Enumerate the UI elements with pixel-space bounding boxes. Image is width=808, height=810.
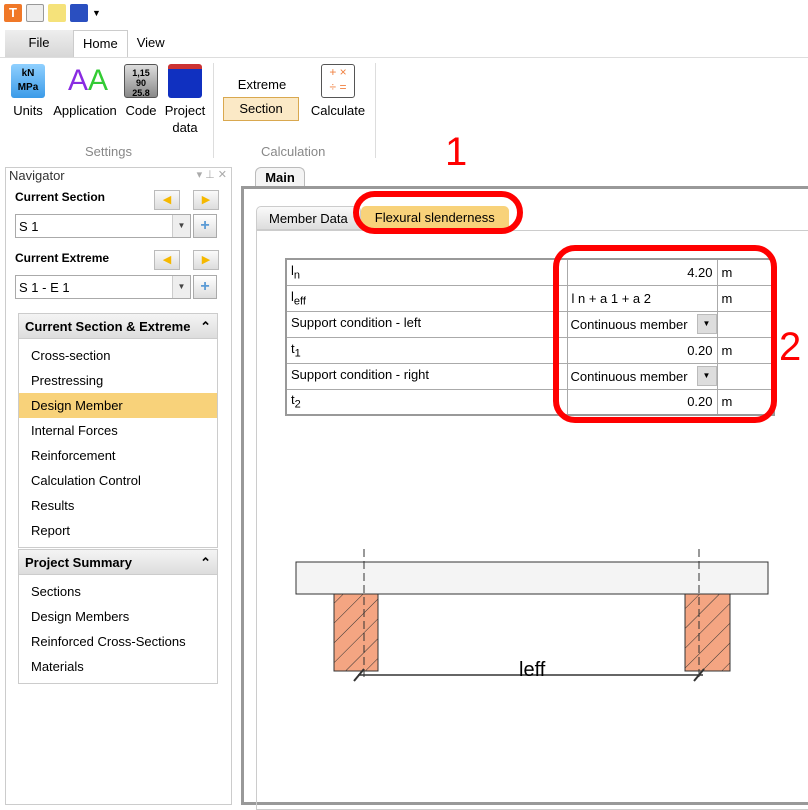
navigator-title: Navigator	[9, 168, 65, 183]
nav-item-results[interactable]: Results	[19, 493, 217, 518]
row-label: t1	[285, 336, 568, 364]
nav-item-internal-forces[interactable]: Internal Forces	[19, 418, 217, 443]
row-label: Support condition - right	[285, 362, 568, 390]
tab-member-data[interactable]: Member Data	[256, 206, 361, 230]
new-document-icon[interactable]	[26, 4, 44, 22]
units-button[interactable]: kN MPa Units	[10, 64, 46, 119]
beam	[295, 561, 769, 595]
left-support	[333, 593, 379, 672]
units-label: Units	[13, 103, 43, 118]
calculate-button[interactable]: + × ÷ = Calculate	[308, 64, 368, 119]
current-section-select[interactable]: S 1 ▼	[15, 214, 191, 238]
navigator-header: Navigator ▾ ⊥ ✕	[6, 168, 231, 185]
calculation-group-label: Calculation	[261, 144, 326, 159]
units-icon: kN MPa	[11, 64, 45, 98]
current-extreme-label: Current Extreme	[15, 251, 110, 265]
group-header[interactable]: Project Summary ⌃	[18, 549, 218, 575]
application-icon: AA	[68, 64, 109, 97]
calculate-label: Calculate	[310, 103, 366, 118]
project-data-label: Project data	[164, 103, 206, 135]
project-summary-group: Project Summary ⌃ Sections Design Members…	[18, 549, 218, 684]
chevron-down-icon: ▼	[172, 276, 190, 298]
nav-item-sections[interactable]: Sections	[19, 579, 217, 604]
panel-controls[interactable]: ▾ ⊥ ✕	[197, 168, 231, 185]
nav-item-reinforced-cross-sections[interactable]: Reinforced Cross-Sections	[19, 629, 217, 654]
settings-group-label: Settings	[85, 144, 132, 159]
row-label: Support condition - left	[285, 310, 568, 338]
extreme-button[interactable]: Extreme	[224, 76, 300, 93]
nav-item-design-member[interactable]: Design Member	[19, 393, 217, 418]
add-extreme-button[interactable]: +	[193, 275, 217, 299]
current-extreme-select[interactable]: S 1 - E 1 ▼	[15, 275, 191, 299]
navigator-panel: Navigator ▾ ⊥ ✕ Current Section ◀ ▶ S 1 ▼ …	[5, 167, 232, 805]
nav-item-reinforcement[interactable]: Reinforcement	[19, 443, 217, 468]
nav-item-prestressing[interactable]: Prestressing	[19, 368, 217, 393]
current-section-extreme-group: Current Section & Extreme ⌃ Cross-section…	[18, 313, 218, 548]
calculator-icon: + × ÷ =	[321, 64, 355, 98]
annotation-2: 2	[779, 325, 802, 369]
current-section-label: Current Section	[15, 190, 106, 204]
nav-item-calculation-control[interactable]: Calculation Control	[19, 468, 217, 493]
nav-item-materials[interactable]: Materials	[19, 654, 217, 679]
code-button[interactable]: 1,15 90 25.8 Code	[123, 64, 159, 119]
code-label: Code	[125, 103, 157, 118]
tab-file[interactable]: File	[5, 30, 73, 58]
prev-extreme-button[interactable]: ◀	[154, 250, 180, 270]
nav-item-report[interactable]: Report	[19, 518, 217, 543]
application-button[interactable]: AA Application	[50, 64, 120, 119]
ribbon: kN MPa Units AA Application 1,15 90 25.8 Co…	[0, 57, 808, 162]
customize-dropdown-icon[interactable]: ▼	[92, 8, 101, 18]
nav-item-cross-section[interactable]: Cross-section	[19, 343, 217, 368]
tab-main[interactable]: Main	[255, 167, 305, 187]
app-logo-icon: T	[4, 4, 22, 22]
group-header[interactable]: Current Section & Extreme ⌃	[18, 313, 218, 339]
add-section-button[interactable]: +	[193, 214, 217, 238]
code-icon: 1,15 90 25.8	[124, 64, 158, 98]
tab-home[interactable]: Home	[73, 30, 128, 58]
chevron-down-icon: ▼	[172, 215, 190, 237]
section-button[interactable]: Section	[223, 97, 299, 121]
row-label: ln	[285, 258, 568, 286]
leff-label: leff	[519, 659, 546, 681]
prev-section-button[interactable]: ◀	[154, 190, 180, 210]
tab-view[interactable]: View	[128, 30, 174, 58]
application-label: Application	[53, 103, 117, 118]
save-icon[interactable]	[70, 4, 88, 22]
row-label: leff	[285, 284, 568, 312]
next-extreme-button[interactable]: ▶	[193, 250, 219, 270]
annotation-box-2	[553, 245, 777, 423]
quick-access-toolbar: T ▼	[4, 4, 101, 22]
right-support	[684, 593, 731, 672]
nav-item-design-members[interactable]: Design Members	[19, 604, 217, 629]
open-folder-icon[interactable]	[48, 4, 66, 22]
next-section-button[interactable]: ▶	[193, 190, 219, 210]
project-data-button[interactable]: Project data	[162, 64, 208, 136]
ribbon-tabs: File Home View	[5, 30, 174, 58]
annotation-box-1	[353, 191, 523, 234]
project-data-icon	[168, 64, 202, 98]
annotation-1: 1	[445, 130, 468, 174]
row-label: t2	[285, 388, 568, 416]
